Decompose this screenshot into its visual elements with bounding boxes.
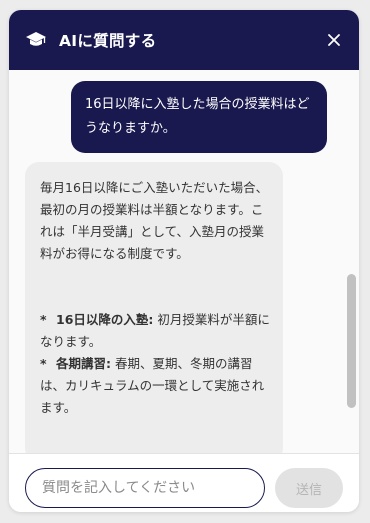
chat-title: AIに質問する bbox=[59, 32, 157, 50]
bullet-marker: * bbox=[40, 312, 47, 327]
user-message: 16日以降に入塾した場合の授業料はどうなりますか。 bbox=[71, 81, 327, 153]
message-list[interactable]: 16日以降に入塾した場合の授業料はどうなりますか。 毎月16日以降にご入塾いただ… bbox=[9, 70, 359, 453]
graduation-cap-icon bbox=[25, 28, 49, 52]
bullet-label: 16日以降の入塾: bbox=[56, 312, 154, 327]
bot-bullet-item: * 16日以降の入塾: 初月授業料が半額になります。 bbox=[40, 309, 273, 353]
close-icon bbox=[328, 34, 340, 46]
bullet-label: 各期講習: bbox=[56, 356, 111, 371]
scrollbar[interactable] bbox=[347, 70, 356, 453]
bot-message: 毎月16日以降にご入塾いただいた場合、最初の月の授業料は半額となります。これは「… bbox=[25, 162, 283, 453]
bot-message-intro: 毎月16日以降にご入塾いただいた場合、最初の月の授業料は半額となります。これは「… bbox=[40, 180, 269, 261]
send-button[interactable]: 送信 bbox=[275, 468, 343, 508]
input-bar: 送信 bbox=[9, 453, 359, 512]
question-input[interactable] bbox=[25, 468, 265, 508]
chat-window: AIに質問する 16日以降に入塾した場合の授業料はどうなりますか。 毎月16日以… bbox=[9, 10, 359, 512]
bullet-marker: * bbox=[40, 356, 47, 371]
bot-bullet-item: * 各期講習: 春期、夏期、冬期の講習は、カリキュラムの一環として実施されます。 bbox=[40, 353, 273, 419]
chat-header: AIに質問する bbox=[9, 10, 359, 70]
scrollbar-thumb[interactable] bbox=[347, 274, 356, 408]
close-button[interactable] bbox=[323, 29, 345, 51]
